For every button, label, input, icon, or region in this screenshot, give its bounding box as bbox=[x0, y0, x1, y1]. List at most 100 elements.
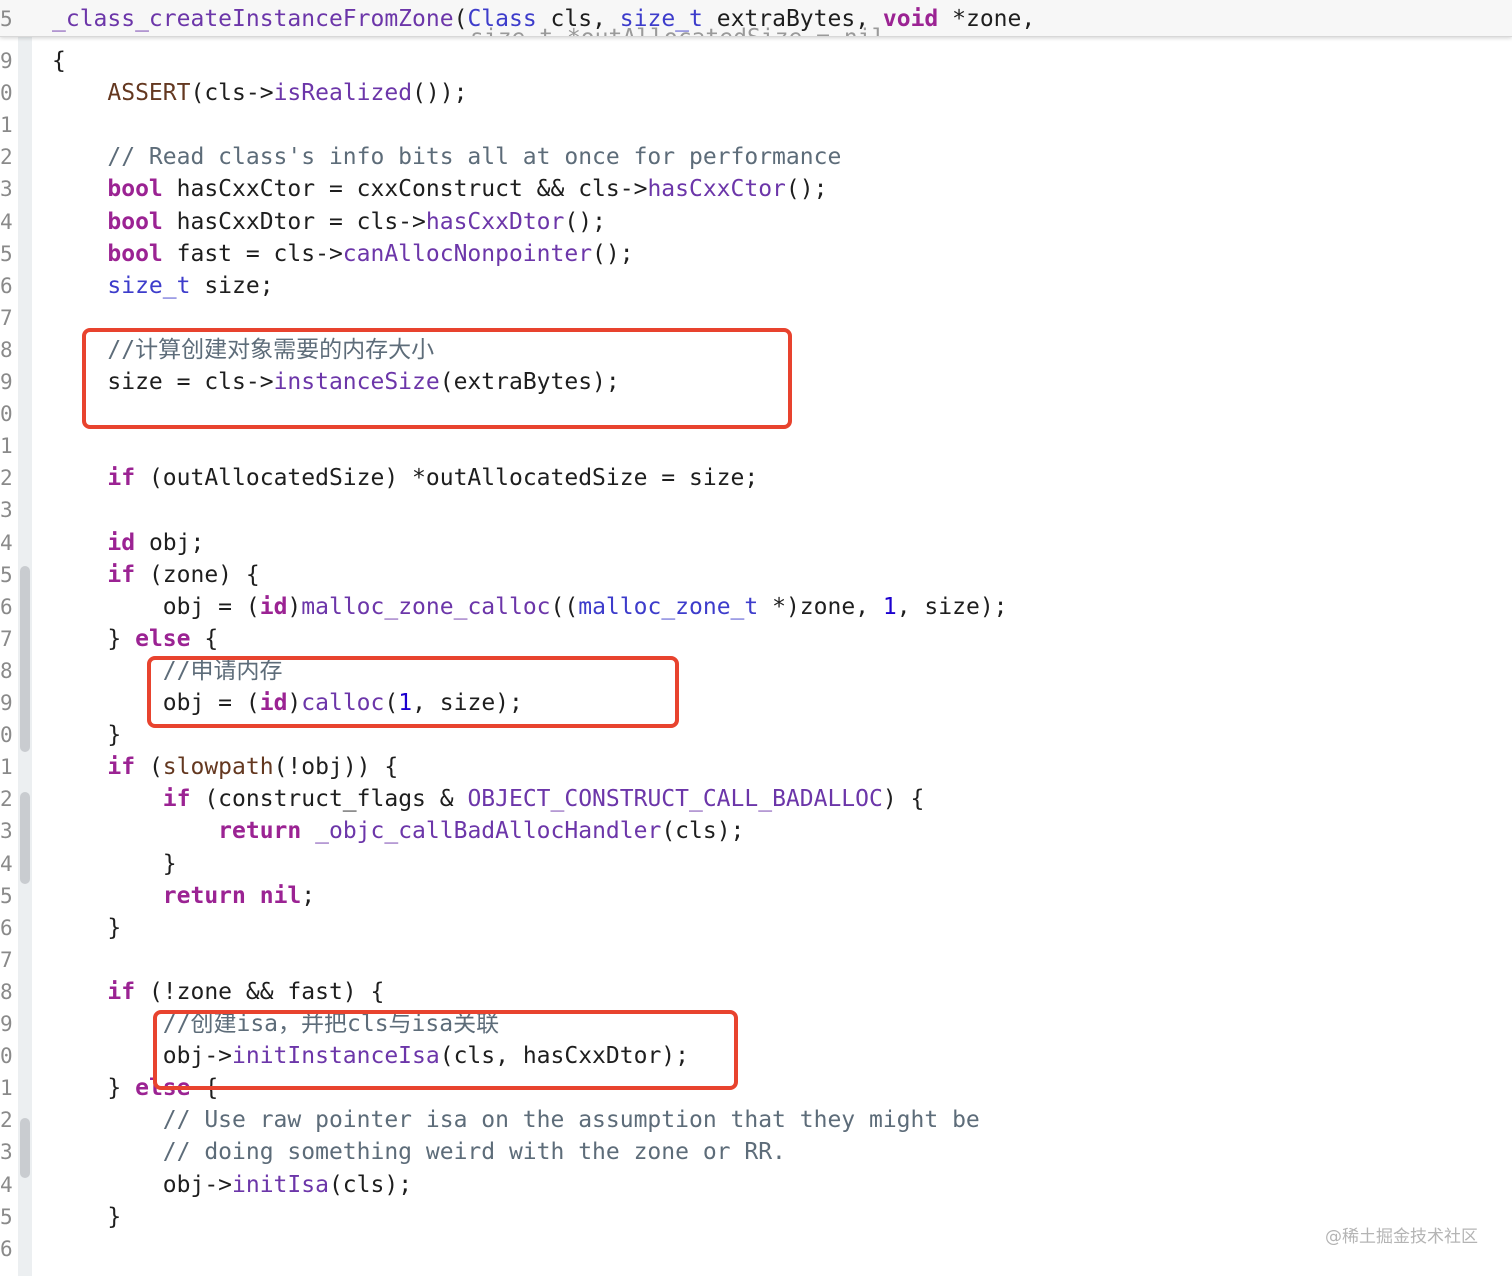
code-line[interactable]: } bbox=[52, 912, 121, 944]
code-token: nil bbox=[259, 882, 302, 909]
code-token: canAllocNonpointer bbox=[342, 240, 593, 267]
code-token: size; bbox=[190, 272, 274, 299]
code-line[interactable]: //创建isa，并把cls与isa关联 bbox=[52, 1008, 499, 1040]
line-number: 1 bbox=[0, 1076, 12, 1101]
code-token: } bbox=[52, 625, 136, 652]
code-token: obj-> bbox=[52, 1171, 233, 1198]
code-line[interactable]: //计算创建对象需要的内存大小 bbox=[52, 334, 434, 366]
code-line[interactable]: } else { bbox=[52, 623, 218, 655]
code-line[interactable]: if (construct_flags & OBJECT_CONSTRUCT_C… bbox=[52, 783, 925, 815]
code-token: if bbox=[107, 978, 136, 1005]
code-token: ASSERT bbox=[107, 80, 191, 107]
code-token: else bbox=[135, 625, 191, 652]
line-number: 6 bbox=[0, 273, 12, 298]
code-token: ; bbox=[301, 882, 316, 909]
code-line[interactable]: obj = (id)calloc(1, size); bbox=[52, 687, 523, 719]
code-line[interactable]: obj = (id)malloc_zone_calloc((malloc_zon… bbox=[52, 591, 1008, 623]
code-token: (cls); bbox=[661, 818, 745, 845]
code-token: (); bbox=[592, 240, 634, 267]
code-line[interactable]: return nil; bbox=[52, 880, 315, 912]
line-number: 2 bbox=[0, 145, 12, 170]
line-number: 9 bbox=[0, 1012, 12, 1036]
code-line[interactable]: } bbox=[52, 1201, 121, 1233]
code-line[interactable]: if (zone) { bbox=[52, 559, 259, 591]
code-line[interactable]: obj->initInstanceIsa(cls, hasCxxDtor); bbox=[52, 1040, 689, 1072]
line-number: 9 bbox=[0, 691, 12, 715]
header-token: Class bbox=[467, 6, 537, 32]
code-line[interactable]: bool hasCxxCtor = cxxConstruct && cls->h… bbox=[52, 173, 827, 205]
line-number: 7 bbox=[0, 305, 12, 330]
code-line[interactable]: } else { bbox=[52, 1072, 218, 1104]
code-line[interactable]: if (slowpath(!obj)) { bbox=[52, 751, 398, 783]
line-number: 7 bbox=[0, 947, 12, 972]
fold-marker[interactable] bbox=[20, 792, 30, 884]
code-line[interactable]: { bbox=[52, 45, 66, 77]
code-line[interactable]: // doing something weird with the zone o… bbox=[52, 1136, 786, 1168]
code-line[interactable]: id obj; bbox=[52, 527, 204, 559]
code-token: OBJECT_CONSTRUCT_CALL_BADALLOC bbox=[467, 786, 883, 813]
code-token: } bbox=[52, 1203, 122, 1230]
code-token: id bbox=[259, 690, 288, 716]
line-number: 3 bbox=[0, 498, 12, 523]
code-token: // Read class's info bits all at once fo… bbox=[52, 144, 842, 171]
sticky-function-header[interactable]: 5 size_t *outAllocatedSize = nil, _class… bbox=[0, 0, 1512, 37]
code-token: (cls); bbox=[328, 1171, 413, 1198]
code-line[interactable]: bool fast = cls->canAllocNonpointer(); bbox=[52, 238, 634, 270]
fold-marker[interactable] bbox=[20, 566, 30, 752]
line-number: 5 bbox=[0, 1204, 12, 1229]
code-token: if bbox=[107, 561, 136, 588]
code-line[interactable]: } bbox=[52, 848, 177, 880]
code-token: malloc_zone_t bbox=[578, 593, 759, 620]
line-number: 5 bbox=[0, 241, 12, 266]
code-token: obj; bbox=[135, 529, 205, 556]
fold-marker[interactable] bbox=[20, 1118, 30, 1178]
code-token: (!zone && fast) { bbox=[135, 978, 385, 1005]
line-number: 8 bbox=[0, 658, 12, 683]
line-number: 4 bbox=[0, 530, 12, 555]
code-token: calloc bbox=[301, 690, 385, 716]
code-line[interactable]: size_t size; bbox=[52, 270, 274, 302]
code-line[interactable]: ASSERT(cls->isRealized()); bbox=[52, 77, 467, 109]
code-line[interactable]: } bbox=[52, 719, 121, 751]
code-line[interactable]: if (!zone && fast) { bbox=[52, 976, 384, 1008]
code-token: ) bbox=[287, 690, 302, 716]
code-line[interactable]: //申请内存 bbox=[52, 655, 283, 687]
code-editor[interactable]: 9 0 1 2 3 4 5 6 7 8 9 0 1 2 3 4 5 6 7 8 9 0 1 2 3 4 5 6 7 8 9 0 1 2 3 4 5 6 {… bbox=[0, 0, 1512, 1276]
header-token: void bbox=[882, 6, 939, 32]
code-token: else bbox=[135, 1075, 191, 1102]
code-line[interactable]: bool hasCxxDtor = cls->hasCxxDtor(); bbox=[52, 206, 606, 238]
code-token: initIsa bbox=[232, 1171, 329, 1198]
line-number: 3 bbox=[0, 819, 12, 844]
code-token: bool bbox=[107, 208, 163, 235]
code-line[interactable]: if (outAllocatedSize) *outAllocatedSize … bbox=[52, 462, 758, 494]
code-token: , size); bbox=[896, 593, 1008, 620]
code-token: if bbox=[162, 786, 191, 813]
line-number: 0 bbox=[0, 1044, 12, 1069]
code-line[interactable]: obj->initIsa(cls); bbox=[52, 1169, 412, 1201]
code-line[interactable]: return _objc_callBadAllocHandler(cls); bbox=[52, 815, 744, 847]
header-token: extraBytes, bbox=[702, 6, 883, 32]
code-token: ) { bbox=[882, 786, 925, 813]
line-number: 1 bbox=[0, 434, 12, 459]
code-token: id bbox=[259, 593, 288, 620]
code-token: bool bbox=[107, 240, 163, 267]
code-token: return bbox=[162, 882, 246, 909]
code-token: instanceSize bbox=[273, 369, 440, 395]
line-number: 9 bbox=[0, 370, 12, 394]
code-token: (construct_flags & bbox=[190, 786, 468, 813]
line-number: 4 bbox=[0, 209, 12, 234]
code-token: return bbox=[218, 818, 302, 845]
code-line[interactable]: size = cls->instanceSize(extraBytes); bbox=[52, 366, 619, 398]
header-token: cls, bbox=[536, 6, 620, 32]
code-line[interactable]: // Read class's info bits all at once fo… bbox=[52, 141, 841, 173]
code-token: bool bbox=[107, 176, 163, 203]
code-token: size = cls-> bbox=[52, 369, 274, 395]
code-line[interactable]: // Use raw pointer isa on the assumption… bbox=[52, 1104, 980, 1136]
code-token: id bbox=[107, 529, 136, 556]
